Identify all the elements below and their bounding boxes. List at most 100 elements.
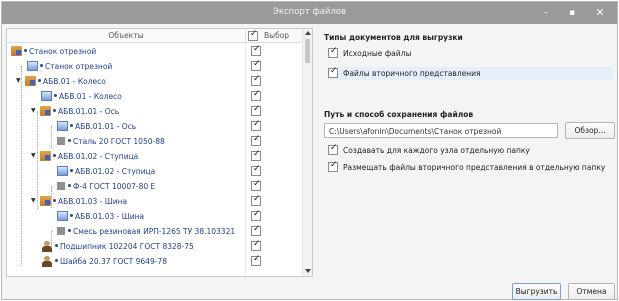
tree-row[interactable]: АБВ.01.01 - Ось xyxy=(7,119,303,134)
bullet-icon xyxy=(40,64,43,67)
cancel-button[interactable]: Отмена xyxy=(568,283,615,300)
tree-row-label: Шайба 20.37 ГОСТ 9649-78 xyxy=(60,257,167,266)
bullet-icon xyxy=(53,109,56,112)
tree-row[interactable]: АБВ.01.03 - Шина xyxy=(7,209,303,224)
tree-row[interactable]: Сталь 20 ГОСТ 1050-88 xyxy=(7,134,303,149)
dialog-title: Экспорт файлов xyxy=(272,7,347,17)
row-checkbox[interactable] xyxy=(251,89,261,101)
collapse-arrow-icon[interactable]: ▼ xyxy=(31,152,36,159)
tree-row-label: Подшипник 102204 ГОСТ 8328-75 xyxy=(60,242,194,251)
close-button[interactable]: ✕ xyxy=(587,2,613,24)
bullet-icon xyxy=(70,169,73,172)
secondary-separate-option[interactable]: Размещать файлы вторичного представления… xyxy=(328,160,613,174)
tree-row[interactable]: Станок отрезной xyxy=(7,44,303,59)
row-checkbox[interactable] xyxy=(251,59,261,71)
tree-row[interactable]: Ф-4 ГОСТ 10007-80 Е xyxy=(7,179,303,194)
tree-row-label: АБВ.01.02 - Ступица xyxy=(75,167,156,176)
title-bar[interactable]: Экспорт файлов – ▪ ✕ xyxy=(2,2,617,24)
export-files-dialog: Экспорт файлов – ▪ ✕ Объекты Выбор Стано… xyxy=(1,1,618,300)
row-checkbox[interactable] xyxy=(251,149,261,161)
save-path-field[interactable]: C:\Users\afonin\Documents\Станок отрезно… xyxy=(324,123,558,138)
objects-tree[interactable]: Объекты Выбор Станок отрезной Станок отр… xyxy=(6,28,313,277)
tree-row[interactable]: АБВ.01 - Колесо xyxy=(7,89,303,104)
tree-row[interactable]: Смесь резиновая ИРП-1265 ТУ 38.103321 xyxy=(7,224,303,239)
bullet-icon xyxy=(53,199,56,202)
bullet-icon xyxy=(53,154,56,157)
tree-row-label: АБВ.01 - Колесо xyxy=(59,92,122,101)
row-checkbox[interactable] xyxy=(251,119,261,131)
bullet-icon xyxy=(38,79,41,82)
source-files-checkbox[interactable] xyxy=(328,46,338,58)
row-checkbox[interactable] xyxy=(251,179,261,191)
secondary-separate-checkbox[interactable] xyxy=(328,160,338,172)
bullet-icon xyxy=(55,244,58,247)
secondary-files-checkbox[interactable] xyxy=(328,66,338,78)
standard-part-icon xyxy=(41,256,53,267)
tree-row[interactable]: ▼ АБВ.01.01 - Ось xyxy=(7,104,303,119)
collapse-arrow-icon[interactable]: ▼ xyxy=(16,77,21,84)
bullet-icon xyxy=(55,259,58,262)
row-checkbox[interactable] xyxy=(251,74,261,86)
tree-row-label: АБВ.01.01 - Ось xyxy=(75,122,137,131)
bullet-icon xyxy=(54,94,57,97)
row-checkbox[interactable] xyxy=(251,209,261,221)
row-checkbox[interactable] xyxy=(251,44,261,56)
part-icon xyxy=(57,211,68,221)
material-icon xyxy=(57,182,65,190)
bullet-icon xyxy=(70,214,73,217)
assembly-icon xyxy=(40,106,51,116)
tree-row-label: АБВ.01 - Колесо xyxy=(43,77,106,86)
tree-row-label: АБВ.01.03 - Шина xyxy=(75,212,145,221)
collapse-arrow-icon[interactable]: ▼ xyxy=(31,107,36,114)
separate-folder-option[interactable]: Создавать для каждого узла отдельную пап… xyxy=(328,143,613,157)
source-files-option[interactable]: Исходные файлы xyxy=(328,46,613,60)
material-icon xyxy=(57,227,65,235)
row-checkbox[interactable] xyxy=(251,164,261,176)
row-checkbox[interactable] xyxy=(251,104,261,116)
tree-row[interactable]: ▼ АБВ.01 - Колесо xyxy=(7,74,303,89)
tree-row-label: Ф-4 ГОСТ 10007-80 Е xyxy=(73,182,156,191)
part-icon xyxy=(27,61,38,71)
scroll-down-arrow-icon[interactable] xyxy=(305,269,311,273)
tree-row-label: Станок отрезной xyxy=(45,62,113,71)
tree-row[interactable]: ▼ АБВ.01.02 - Ступица xyxy=(7,149,303,164)
browse-button[interactable]: Обзор... xyxy=(565,122,615,139)
select-all-checkbox[interactable] xyxy=(248,29,258,43)
tree-row[interactable]: ▼ АБВ.01.03 - Шина xyxy=(7,194,303,209)
secondary-separate-label: Размещать файлы вторичного представления… xyxy=(343,163,606,172)
part-icon xyxy=(57,121,68,131)
tree-row[interactable]: АБВ.01.02 - Ступица xyxy=(7,164,303,179)
tree-header: Объекты Выбор xyxy=(7,29,303,43)
column-header-choice: Выбор xyxy=(264,31,290,40)
separate-folder-checkbox[interactable] xyxy=(328,143,338,155)
tree-row[interactable]: Станок отрезной xyxy=(7,59,303,74)
secondary-files-option[interactable]: Файлы вторичного представления xyxy=(328,66,613,80)
tree-row-label: Смесь резиновая ИРП-1265 ТУ 38.103321 xyxy=(73,227,236,236)
bullet-icon xyxy=(68,184,71,187)
row-checkbox[interactable] xyxy=(251,254,261,266)
row-checkbox[interactable] xyxy=(251,224,261,236)
tree-scrollbar[interactable] xyxy=(302,29,312,276)
row-checkbox[interactable] xyxy=(251,134,261,146)
part-icon xyxy=(57,166,68,176)
export-button[interactable]: Выгрузить xyxy=(512,283,561,300)
bullet-icon xyxy=(24,49,27,52)
row-checkbox[interactable] xyxy=(251,194,261,206)
scroll-up-arrow-icon[interactable] xyxy=(305,31,311,35)
bullet-icon xyxy=(68,139,71,142)
tree-row-label: Станок отрезной xyxy=(29,47,97,56)
material-icon xyxy=(57,137,65,145)
collapse-arrow-icon[interactable]: ▼ xyxy=(31,197,36,204)
scroll-thumb[interactable] xyxy=(305,39,310,63)
tree-row-label: АБВ.01.02 - Ступица xyxy=(58,152,139,161)
row-checkbox[interactable] xyxy=(251,239,261,251)
tree-row[interactable]: Подшипник 102204 ГОСТ 8328-75 xyxy=(7,239,303,254)
separate-folder-label: Создавать для каждого узла отдельную пап… xyxy=(343,146,530,155)
maximize-button[interactable]: ▪ xyxy=(559,2,585,24)
tree-row[interactable]: Шайба 20.37 ГОСТ 9649-78 xyxy=(7,254,303,269)
tree-row-label: АБВ.01.01 - Ось xyxy=(58,107,120,116)
assembly-icon xyxy=(40,196,51,206)
assembly-icon xyxy=(40,151,51,161)
minimize-button[interactable]: – xyxy=(533,2,559,24)
column-header-objects: Объекты xyxy=(108,31,144,40)
